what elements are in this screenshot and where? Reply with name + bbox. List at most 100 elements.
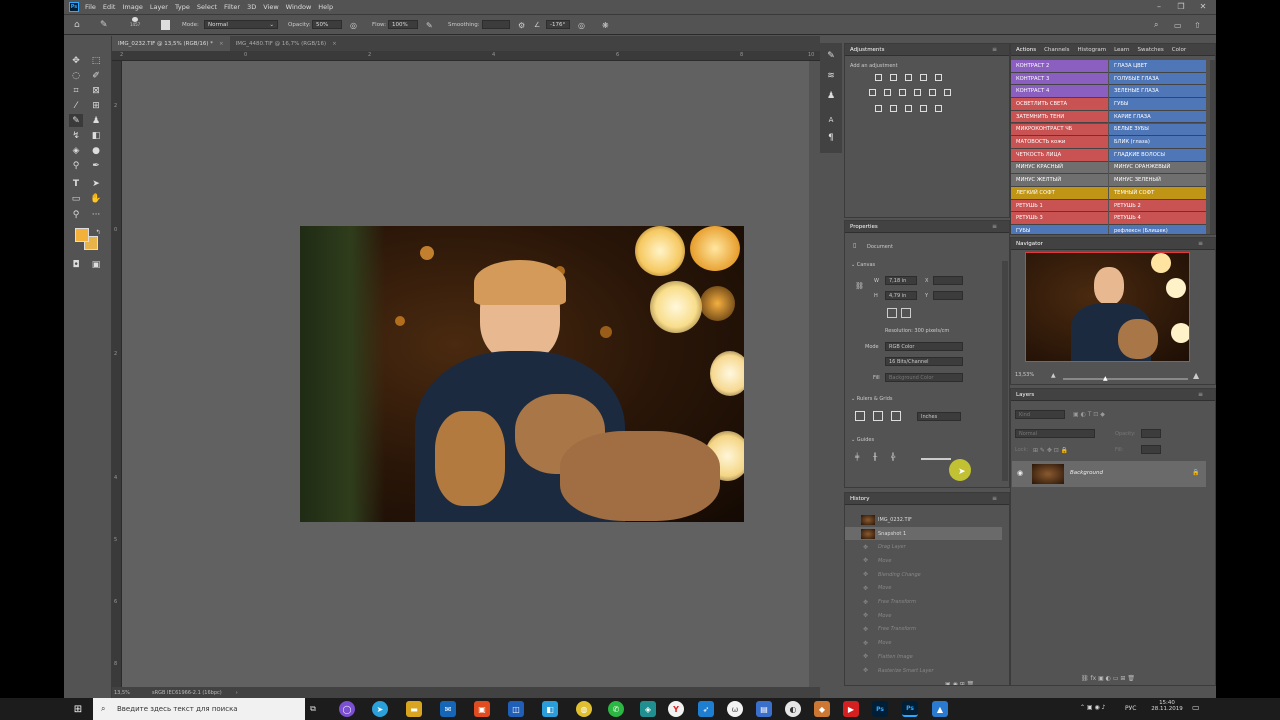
- panel-menu-icon[interactable]: ≡: [992, 495, 997, 502]
- tab-img-4480[interactable]: IMG_4480.TIF @ 16,7% (RGB/16) ×: [230, 36, 343, 51]
- app-icon-red[interactable]: ▶: [843, 701, 859, 717]
- app-icon-doc[interactable]: ▤: [756, 701, 772, 717]
- dodge-tool-icon[interactable]: ⚲: [69, 159, 83, 172]
- whatsapp-icon[interactable]: ✆: [608, 701, 624, 717]
- panel-menu-icon[interactable]: ≡: [992, 46, 997, 53]
- quick-select-tool-icon[interactable]: ✐: [89, 69, 103, 82]
- symmetry-icon[interactable]: ❋: [602, 20, 609, 30]
- action-button[interactable]: рефлексн (Блишек): [1109, 225, 1206, 234]
- history-state[interactable]: ✥ Free Transform: [845, 595, 1002, 609]
- action-button[interactable]: ОСВЕТЛИТЬ СВЕТА: [1011, 98, 1108, 111]
- ruler-icon[interactable]: [855, 411, 865, 421]
- app-icon-arrow[interactable]: ➶: [698, 701, 714, 717]
- color-balance-icon[interactable]: [884, 89, 891, 96]
- status-arrow-icon[interactable]: ›: [236, 690, 238, 696]
- language-indicator[interactable]: РУС: [1125, 705, 1136, 712]
- app-icon-yellow[interactable]: ◍: [576, 701, 592, 717]
- bit-depth-select[interactable]: 16 Bits/Channel: [885, 357, 963, 366]
- gradient-map-icon[interactable]: [920, 105, 927, 112]
- workspace-icon[interactable]: ▭: [1174, 20, 1182, 30]
- close-tab-icon[interactable]: ×: [332, 41, 337, 47]
- action-button[interactable]: ГУБЫ: [1011, 225, 1108, 234]
- tab-learn[interactable]: Learn: [1114, 47, 1129, 53]
- panel-menu-icon[interactable]: ≡: [992, 223, 997, 230]
- path-select-tool-icon[interactable]: ➤: [89, 177, 103, 190]
- tab-img-0232[interactable]: IMG_0232.TIF @ 13,5% (RGB/16) * ×: [112, 36, 230, 51]
- angle-input[interactable]: -176°: [546, 20, 570, 29]
- vertical-ruler[interactable]: 2 0 2 4 5 6 8: [112, 61, 122, 687]
- menu-filter[interactable]: Filter: [224, 3, 240, 11]
- action-button[interactable]: ГУБЫ: [1109, 98, 1206, 111]
- pressure-opacity-icon[interactable]: ◎: [350, 20, 357, 30]
- threshold-icon[interactable]: [905, 105, 912, 112]
- y-field[interactable]: [933, 291, 963, 300]
- minimize-button[interactable]: –: [1148, 0, 1170, 13]
- action-button[interactable]: ГЛАДКИЕ ВОЛОСЫ: [1109, 148, 1206, 162]
- menu-file[interactable]: File: [85, 3, 96, 11]
- width-field[interactable]: 7,18 in: [885, 276, 917, 285]
- navigator-zoom[interactable]: 13,53%: [1015, 372, 1034, 378]
- action-button[interactable]: МИНУС КРАСНЫЙ: [1011, 161, 1108, 175]
- zoom-readout[interactable]: 13,5%: [114, 690, 152, 696]
- action-button[interactable]: КАРИЕ ГЛАЗА: [1109, 110, 1206, 124]
- action-button[interactable]: ЛЕГКИЙ СОФТ: [1011, 187, 1108, 200]
- bucket-tool-icon[interactable]: ◈: [69, 144, 83, 157]
- office-icon[interactable]: ▣: [474, 701, 490, 717]
- brush-settings-icon[interactable]: [161, 20, 170, 30]
- app-icon-blue[interactable]: ◫: [508, 701, 524, 717]
- history-state[interactable]: ✥ Drag Layer: [845, 540, 1002, 554]
- history-state[interactable]: ✥ Blending Change: [845, 568, 1002, 582]
- photo-filter-icon[interactable]: [914, 89, 921, 96]
- action-button[interactable]: РЕТУШЬ 1: [1011, 199, 1108, 213]
- tab-channels[interactable]: Channels: [1044, 47, 1069, 53]
- photoshop-active-taskbar-icon[interactable]: Ps: [902, 701, 918, 717]
- exposure-icon[interactable]: [920, 74, 927, 81]
- menu-window[interactable]: Window: [286, 3, 312, 11]
- swap-colors-icon[interactable]: ↰: [91, 226, 105, 239]
- tab-actions[interactable]: Actions: [1016, 47, 1036, 53]
- app-icon-cyan[interactable]: ◧: [542, 701, 558, 717]
- layer-row-background[interactable]: ◉ Background 🔒: [1012, 461, 1206, 487]
- rectangle-tool-icon[interactable]: ▭: [69, 192, 83, 205]
- layer-fill-input[interactable]: [1141, 445, 1161, 454]
- menu-help[interactable]: Help: [318, 3, 333, 11]
- menu-layer[interactable]: Layer: [150, 3, 168, 11]
- action-button[interactable]: МАТОВОСТЬ кожи: [1011, 136, 1108, 149]
- screen-mode-icon[interactable]: ▣: [89, 258, 103, 271]
- tab-color[interactable]: Color: [1172, 47, 1186, 53]
- opacity-input[interactable]: 50%: [312, 20, 342, 29]
- history-state[interactable]: ✥ Move: [845, 609, 1002, 623]
- paragraph-panel-icon[interactable]: ¶: [824, 131, 838, 144]
- telegram-icon[interactable]: ➤: [372, 701, 388, 717]
- maximize-button[interactable]: ❐: [1170, 0, 1192, 13]
- photoshop-taskbar-icon[interactable]: Ps: [872, 701, 888, 717]
- app-icon-photos[interactable]: ▲: [932, 701, 948, 717]
- guide-layout-icon[interactable]: ╬: [891, 453, 895, 461]
- clock[interactable]: 15:40 28.11.2019: [1148, 700, 1186, 712]
- action-button[interactable]: КОНТРАСТ 2: [1011, 60, 1108, 73]
- fill-select[interactable]: Background Color: [885, 373, 963, 382]
- zoom-slider-handle[interactable]: ▲: [1103, 375, 1108, 382]
- action-button[interactable]: МИНУС ЗЕЛЕНЫЙ: [1109, 174, 1206, 187]
- zoom-in-icon[interactable]: ▲: [1193, 371, 1199, 380]
- mode-select[interactable]: Normal ⌄: [204, 20, 278, 29]
- action-button[interactable]: МИНУС ОРАНЖЕВЫЙ: [1109, 161, 1206, 175]
- action-button[interactable]: БЕЛЫЕ ЗУБЫ: [1109, 123, 1206, 137]
- menu-3d[interactable]: 3D: [247, 3, 256, 11]
- patch-tool-icon[interactable]: ⊞: [89, 99, 103, 112]
- menu-type[interactable]: Type: [175, 3, 190, 11]
- guide-h-icon[interactable]: ╪: [855, 453, 859, 461]
- actions-scrollbar[interactable]: [1210, 60, 1215, 234]
- brush-tool-icon[interactable]: ✎: [69, 114, 83, 127]
- zoom-out-icon[interactable]: ▲: [1051, 372, 1056, 379]
- foreground-color-swatch[interactable]: [75, 228, 89, 242]
- search-icon[interactable]: ⌕: [1154, 20, 1158, 30]
- action-button[interactable]: ТЕМНЫЙ СОФТ: [1109, 187, 1206, 200]
- action-button[interactable]: ЗАТЕМНИТЬ ТЕНИ: [1011, 110, 1108, 124]
- quick-mask-icon[interactable]: ◘: [69, 258, 83, 271]
- layers-footer-icons[interactable]: ⛓ fx ▣ ◐ ▭ ⊞ 🗑: [1081, 675, 1135, 682]
- close-button[interactable]: ✕: [1192, 0, 1214, 13]
- stamp-tool-icon[interactable]: ♟: [89, 114, 103, 127]
- x-field[interactable]: [933, 276, 963, 285]
- share-icon[interactable]: ⇧: [1194, 20, 1201, 30]
